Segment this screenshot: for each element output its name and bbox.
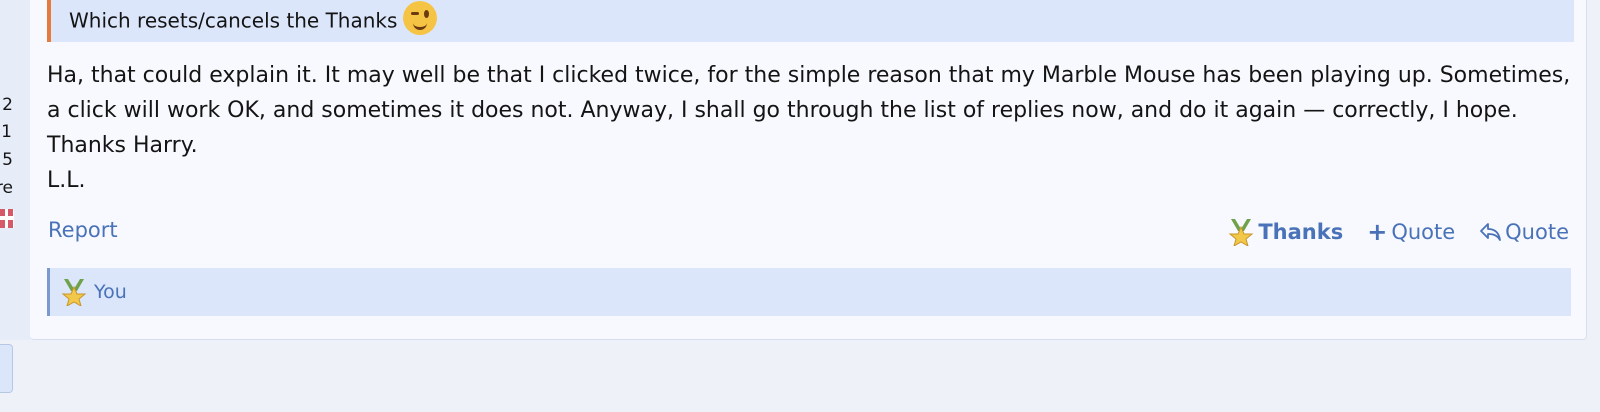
reply-icon (1480, 223, 1502, 241)
uk-flag-icon (0, 209, 14, 228)
user-sidebar: 2 31 5 re (0, 0, 30, 340)
sidebar-stat: 5 (2, 150, 13, 170)
page-button[interactable] (0, 344, 13, 393)
post-message: Ha, that could explain it. It may well b… (47, 58, 1577, 198)
post-quote: Which resets/cancels the Thanks (47, 0, 1574, 42)
quote-content: Which resets/cancels the Thanks (69, 1, 438, 39)
thanks-user-link[interactable]: You (94, 281, 127, 303)
sidebar-stat: 31 (0, 122, 12, 142)
sidebar-stat: 2 (2, 95, 13, 115)
medal-icon (1228, 219, 1254, 246)
multiquote-button[interactable]: + Quote (1367, 220, 1455, 244)
message-line: L.L. (47, 168, 86, 193)
message-line: a click will work OK, and sometimes it d… (47, 98, 1518, 123)
plus-icon: + (1367, 218, 1388, 246)
forum-post: Which resets/cancels the Thanks Ha, that… (30, 0, 1587, 340)
message-line: Thanks Harry. (47, 133, 198, 158)
sidebar-stat: re (0, 178, 13, 198)
quote-button[interactable]: Quote (1479, 220, 1569, 244)
wink-emoji-icon (403, 1, 438, 35)
medal-icon (61, 279, 87, 306)
thanks-list: You (47, 268, 1571, 316)
message-line: Ha, that could explain it. It may well b… (47, 63, 1571, 88)
report-link[interactable]: Report (48, 218, 118, 242)
multiquote-label: Quote (1391, 220, 1456, 244)
thanks-button[interactable]: Thanks (1228, 218, 1343, 246)
quote-text: Which resets/cancels the Thanks (69, 8, 398, 33)
quote-label: Quote (1505, 220, 1569, 244)
thanks-label: Thanks (1258, 220, 1344, 244)
post-actions: Thanks + Quote Quote (1228, 218, 1569, 246)
